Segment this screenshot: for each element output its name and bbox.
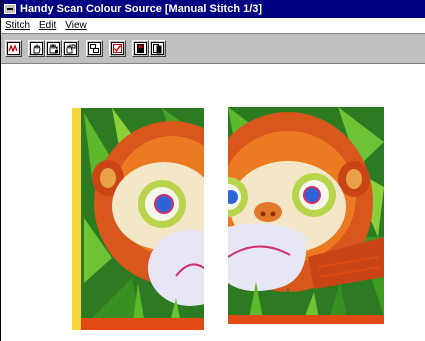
hand-grab-button[interactable] — [28, 40, 45, 57]
app-window: Handy Scan Colour Source [Manual Stitch … — [0, 0, 425, 341]
tile-icon — [88, 42, 101, 55]
system-menu-icon[interactable] — [4, 4, 16, 14]
save-button[interactable] — [132, 40, 149, 57]
window-title: Handy Scan Colour Source [Manual Stitch … — [20, 3, 263, 15]
scan-right-half[interactable] — [228, 107, 384, 324]
menu-stitch[interactable]: Stitch — [5, 20, 30, 31]
menu-edit[interactable]: Edit — [39, 20, 56, 31]
hand-move-button[interactable] — [45, 40, 62, 57]
title-bar[interactable]: Handy Scan Colour Source [Manual Stitch … — [1, 0, 425, 18]
menu-bar: Stitch Edit View — [1, 18, 425, 33]
menu-view[interactable]: View — [65, 20, 87, 31]
hand-grab-icon — [30, 42, 43, 55]
copy-button[interactable] — [149, 40, 166, 57]
waveform-icon — [7, 42, 20, 55]
hand-select-button[interactable] — [62, 40, 79, 57]
toolbar — [1, 33, 425, 64]
checkbox-icon — [111, 42, 124, 55]
hand-select-icon — [64, 42, 77, 55]
check-button[interactable] — [109, 40, 126, 57]
save-icon — [134, 42, 147, 55]
copy-icon — [151, 42, 164, 55]
hand-move-icon — [47, 42, 60, 55]
scan-canvas[interactable] — [2, 64, 425, 341]
scan-left-half[interactable] — [72, 108, 204, 330]
waveform-button[interactable] — [5, 40, 22, 57]
tile-button[interactable] — [86, 40, 103, 57]
